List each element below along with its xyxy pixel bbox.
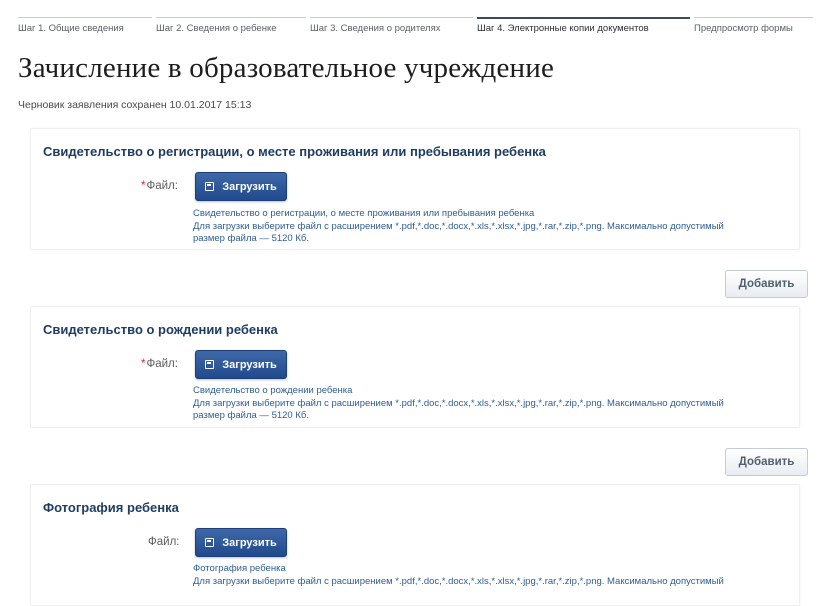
add-button[interactable]: Добавить xyxy=(725,270,808,298)
step-1-tab[interactable]: Шаг 1. Общие сведения xyxy=(18,17,152,37)
registration-certificate-panel: Свидетельство о регистрации, о месте про… xyxy=(30,128,800,250)
step-2-tab[interactable]: Шаг 2. Сведения о ребенке xyxy=(156,17,306,37)
upload-hint: Свидетельство о рождении ребенка Для заг… xyxy=(193,385,724,421)
step-3-tab[interactable]: Шаг 3. Сведения о родителях xyxy=(310,17,473,37)
floppy-disk-icon xyxy=(205,182,215,191)
file-field-label: *Файл: xyxy=(141,180,178,192)
step-navigation: Шаг 1. Общие сведения Шаг 2. Сведения о … xyxy=(18,0,815,40)
floppy-disk-icon xyxy=(205,360,215,369)
upload-button[interactable]: Загрузить xyxy=(195,528,287,557)
upload-button[interactable]: Загрузить xyxy=(195,172,287,201)
upload-hint: Фотография ребенка Для загрузки выберите… xyxy=(193,563,724,587)
section-title: Свидетельство о рождении ребенка xyxy=(43,322,278,337)
upload-hint: Свидетельство о регистрации, о месте про… xyxy=(193,208,724,244)
file-field-label: Файл: xyxy=(148,536,180,548)
birth-certificate-panel: Свидетельство о рождении ребенка *Файл: … xyxy=(30,306,800,428)
section-title: Фотография ребенка xyxy=(43,500,179,515)
page-title: Зачисление в образовательное учреждение xyxy=(18,52,555,84)
add-button[interactable]: Добавить xyxy=(725,448,808,476)
preview-tab[interactable]: Предпросмотр формы xyxy=(694,17,813,37)
section-title: Свидетельство о регистрации, о месте про… xyxy=(43,144,546,159)
step-4-tab[interactable]: Шаг 4. Электронные копии документов xyxy=(477,17,690,37)
required-mark: * xyxy=(141,180,146,192)
file-field-label: *Файл: xyxy=(141,358,178,370)
floppy-disk-icon xyxy=(205,538,215,547)
draft-saved-note: Черновик заявления сохранен 10.01.2017 1… xyxy=(18,99,252,111)
upload-button[interactable]: Загрузить xyxy=(195,350,287,379)
required-mark: * xyxy=(141,358,146,370)
